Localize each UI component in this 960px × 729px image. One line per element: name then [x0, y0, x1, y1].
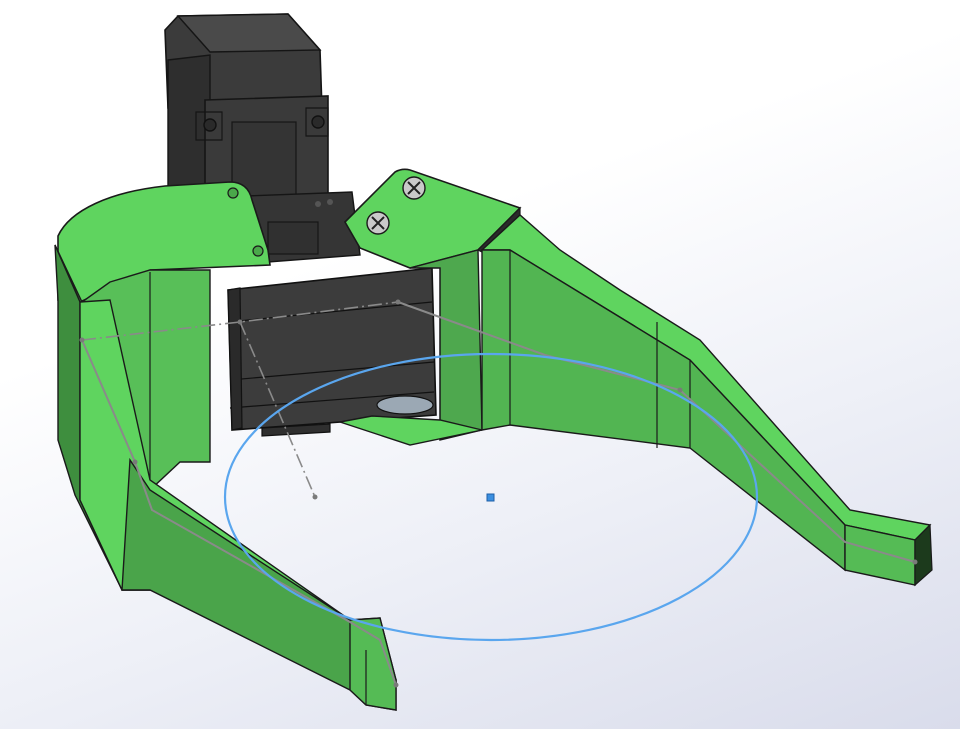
- gear-block-side: [227, 287, 243, 431]
- servo-body: [167, 54, 211, 201]
- gear-wheel: [376, 395, 434, 415]
- gripper-model-scene[interactable]: [0, 0, 960, 729]
- sketch-point[interactable]: [395, 299, 401, 305]
- sketch-point[interactable]: [237, 319, 243, 325]
- screw-top: [402, 176, 426, 200]
- sketch-point[interactable]: [677, 387, 683, 393]
- sketch-point[interactable]: [393, 682, 399, 688]
- servo-gear-block[interactable]: [227, 267, 437, 437]
- sketch-point[interactable]: [79, 337, 85, 343]
- servo-screw-right: [311, 115, 325, 129]
- right-arm-side-face: [481, 249, 846, 572]
- sketch-point[interactable]: [312, 494, 318, 500]
- sketch-point[interactable]: [912, 559, 918, 565]
- screw-bottom: [366, 211, 390, 235]
- servo-screw-left: [203, 118, 217, 132]
- sketch-circle-center-point[interactable]: [486, 493, 495, 502]
- sketch-point[interactable]: [132, 459, 138, 465]
- left-gripper-arm[interactable]: [54, 181, 397, 711]
- cad-viewport[interactable]: [0, 0, 960, 729]
